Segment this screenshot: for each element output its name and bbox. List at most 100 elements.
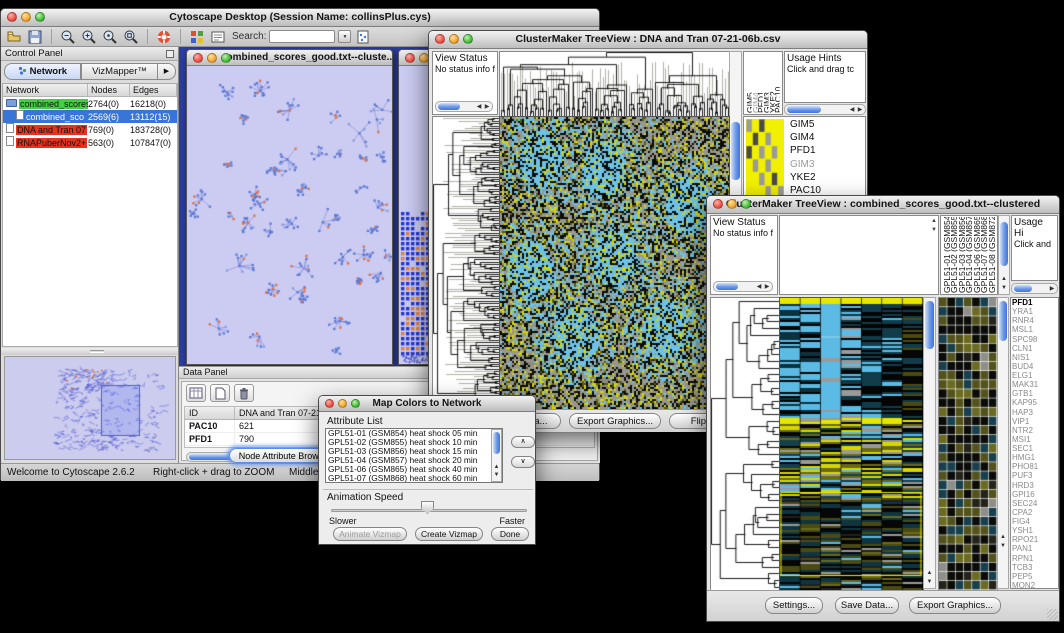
zoom-fit-icon[interactable] <box>122 28 140 45</box>
zoom-selected-icon[interactable] <box>101 28 119 45</box>
gene-label[interactable]: RPN1 <box>1011 554 1058 563</box>
gene-label[interactable]: HAP3 <box>1011 408 1058 417</box>
col-edges[interactable]: Edges <box>130 84 177 96</box>
gene-label[interactable]: FIG4 <box>1011 517 1058 526</box>
col-nodes[interactable]: Nodes <box>88 84 130 96</box>
gene-label[interactable]: PHO81 <box>1011 462 1058 471</box>
treeview1-title-bar[interactable]: ClusterMaker TreeView : DNA and Tran 07-… <box>429 31 867 49</box>
scroll-left-icon[interactable]: ◀ <box>848 105 856 115</box>
column-dendrogram-canvas[interactable] <box>499 51 730 117</box>
gene-label[interactable]: GIM5 <box>788 118 864 131</box>
scrollbar-thumb[interactable] <box>1000 222 1008 266</box>
table-row[interactable]: combined_scores 2764(0) 16218(0) <box>3 97 177 110</box>
close-icon[interactable] <box>193 53 203 63</box>
gene-label[interactable]: YRA1 <box>1011 307 1058 316</box>
vizmapper-icon[interactable] <box>188 28 206 45</box>
network-file-icon[interactable] <box>354 28 372 45</box>
minimize-icon[interactable] <box>338 399 347 408</box>
scroll-right-icon[interactable]: ▶ <box>483 102 491 112</box>
gene-label[interactable]: MSL1 <box>1011 325 1058 334</box>
close-icon[interactable] <box>325 399 334 408</box>
scroll-up-icon[interactable]: ▲ <box>924 569 935 578</box>
gene-label[interactable]: BUD4 <box>1011 362 1058 371</box>
horizontal-scrollbar[interactable]: ◀ ▶ <box>713 281 773 292</box>
tab-overflow-button[interactable]: ▶ <box>158 63 176 80</box>
scrollbar-thumb[interactable] <box>493 432 500 454</box>
scroll-up-icon[interactable]: ▲ <box>999 275 1009 284</box>
gene-label[interactable]: MSI1 <box>1011 435 1058 444</box>
move-down-button[interactable]: ∨ <box>511 456 535 468</box>
vertical-scrollbar[interactable]: ▲ ▼ <box>998 215 1010 295</box>
minimize-icon[interactable] <box>207 53 217 63</box>
gene-label[interactable]: YSH1 <box>1011 526 1058 535</box>
export-graphics-button[interactable]: Export Graphics... <box>909 597 1001 614</box>
close-icon[interactable] <box>713 199 723 209</box>
zoom-window-icon[interactable] <box>35 12 45 22</box>
network-overview-canvas[interactable] <box>5 357 175 459</box>
search-input[interactable] <box>269 30 335 43</box>
gene-label[interactable]: KAP95 <box>1011 398 1058 407</box>
scrollbar-thumb[interactable] <box>787 106 821 113</box>
new-attribute-icon[interactable] <box>210 384 230 402</box>
scrollbar-thumb[interactable] <box>731 122 740 180</box>
save-data-button[interactable]: Save Data... <box>835 597 899 614</box>
gene-label[interactable]: HRD3 <box>1011 481 1058 490</box>
scroll-up-icon[interactable]: ▲ <box>931 218 937 224</box>
scrollbar-thumb[interactable] <box>999 301 1007 341</box>
scroll-right-icon[interactable]: ▶ <box>1048 284 1056 294</box>
gene-label[interactable]: GPI16 <box>1011 490 1058 499</box>
scrollbar-thumb[interactable] <box>716 283 738 290</box>
scroll-left-icon[interactable]: ◀ <box>475 102 483 112</box>
gene-label[interactable]: GIM3 <box>788 158 864 171</box>
gene-label[interactable]: CPA2 <box>1011 508 1058 517</box>
gene-label[interactable]: VIP1 <box>1011 417 1058 426</box>
gene-label[interactable]: ELG1 <box>1011 371 1058 380</box>
slider-thumb[interactable] <box>421 501 434 514</box>
close-icon[interactable] <box>405 53 415 63</box>
network-window-title-bar[interactable]: combined_scores_good.txt--cluste... <box>187 50 392 66</box>
scroll-right-icon[interactable]: ▶ <box>856 105 864 115</box>
gene-label[interactable]: SEC24 <box>1011 499 1058 508</box>
scrollbar-thumb[interactable] <box>925 301 934 349</box>
gene-label[interactable]: GTB1 <box>1011 389 1058 398</box>
gene-label[interactable]: GIM4 <box>788 131 864 144</box>
network-view-canvas[interactable] <box>187 66 392 364</box>
scroll-down-icon[interactable]: ▼ <box>998 542 1008 551</box>
horizontal-scrollbar[interactable]: ◀ ▶ <box>435 101 493 112</box>
settings-button[interactable]: Settings... <box>765 597 823 614</box>
scroll-down-icon[interactable]: ▼ <box>492 471 501 480</box>
scroll-down-icon[interactable]: ▼ <box>931 227 937 233</box>
minimize-icon[interactable] <box>727 199 737 209</box>
scroll-up-icon[interactable]: ▲ <box>998 533 1008 542</box>
gene-label[interactable]: TCB3 <box>1011 563 1058 572</box>
gene-label[interactable]: MAK31 <box>1011 380 1058 389</box>
attribute-item[interactable]: GPL51-07 (GSM868) heat shock 60 min <box>326 474 502 483</box>
gene-label[interactable]: PEP5 <box>1011 572 1058 581</box>
scrollbar-thumb[interactable] <box>438 103 460 110</box>
vertical-scrollbar[interactable]: ▲ ▼ <box>491 429 502 482</box>
scroll-right-icon[interactable]: ▶ <box>763 282 771 292</box>
gene-label[interactable]: SPC98 <box>1011 335 1058 344</box>
table-row-selected[interactable]: combined_sco 2569(6) 13112(15) <box>3 110 177 123</box>
create-vizmap-button[interactable]: Create Vizmap <box>415 527 483 541</box>
gene-label[interactable]: RPO21 <box>1011 535 1058 544</box>
gene-label[interactable]: PUF3 <box>1011 471 1058 480</box>
done-button[interactable]: Done <box>491 527 529 541</box>
close-icon[interactable] <box>435 34 445 44</box>
table-row[interactable]: DNA and Tran 07 769(0) 183728(0) <box>3 123 177 136</box>
tab-network[interactable]: Network <box>4 63 81 80</box>
open-file-icon[interactable] <box>5 28 23 45</box>
network-view-canvas-2[interactable] <box>399 66 430 364</box>
horizontal-scrollbar[interactable]: ◀ ▶ <box>784 104 866 115</box>
gene-label[interactable]: NTR2 <box>1011 426 1058 435</box>
horizontal-scrollbar[interactable]: ▶ <box>1011 283 1058 294</box>
zoom-window-icon[interactable] <box>741 199 751 209</box>
row-dendrogram-canvas[interactable] <box>432 116 500 410</box>
float-panel-icon[interactable] <box>166 50 174 58</box>
gene-label[interactable]: PFD1 <box>788 144 864 157</box>
tab-vizmapper[interactable]: VizMapper™ <box>81 63 158 80</box>
select-attributes-icon[interactable] <box>186 384 206 402</box>
heatmap-canvas[interactable] <box>779 297 924 591</box>
row-dendrogram-canvas[interactable] <box>710 297 780 591</box>
heatmap-canvas[interactable] <box>499 116 730 410</box>
